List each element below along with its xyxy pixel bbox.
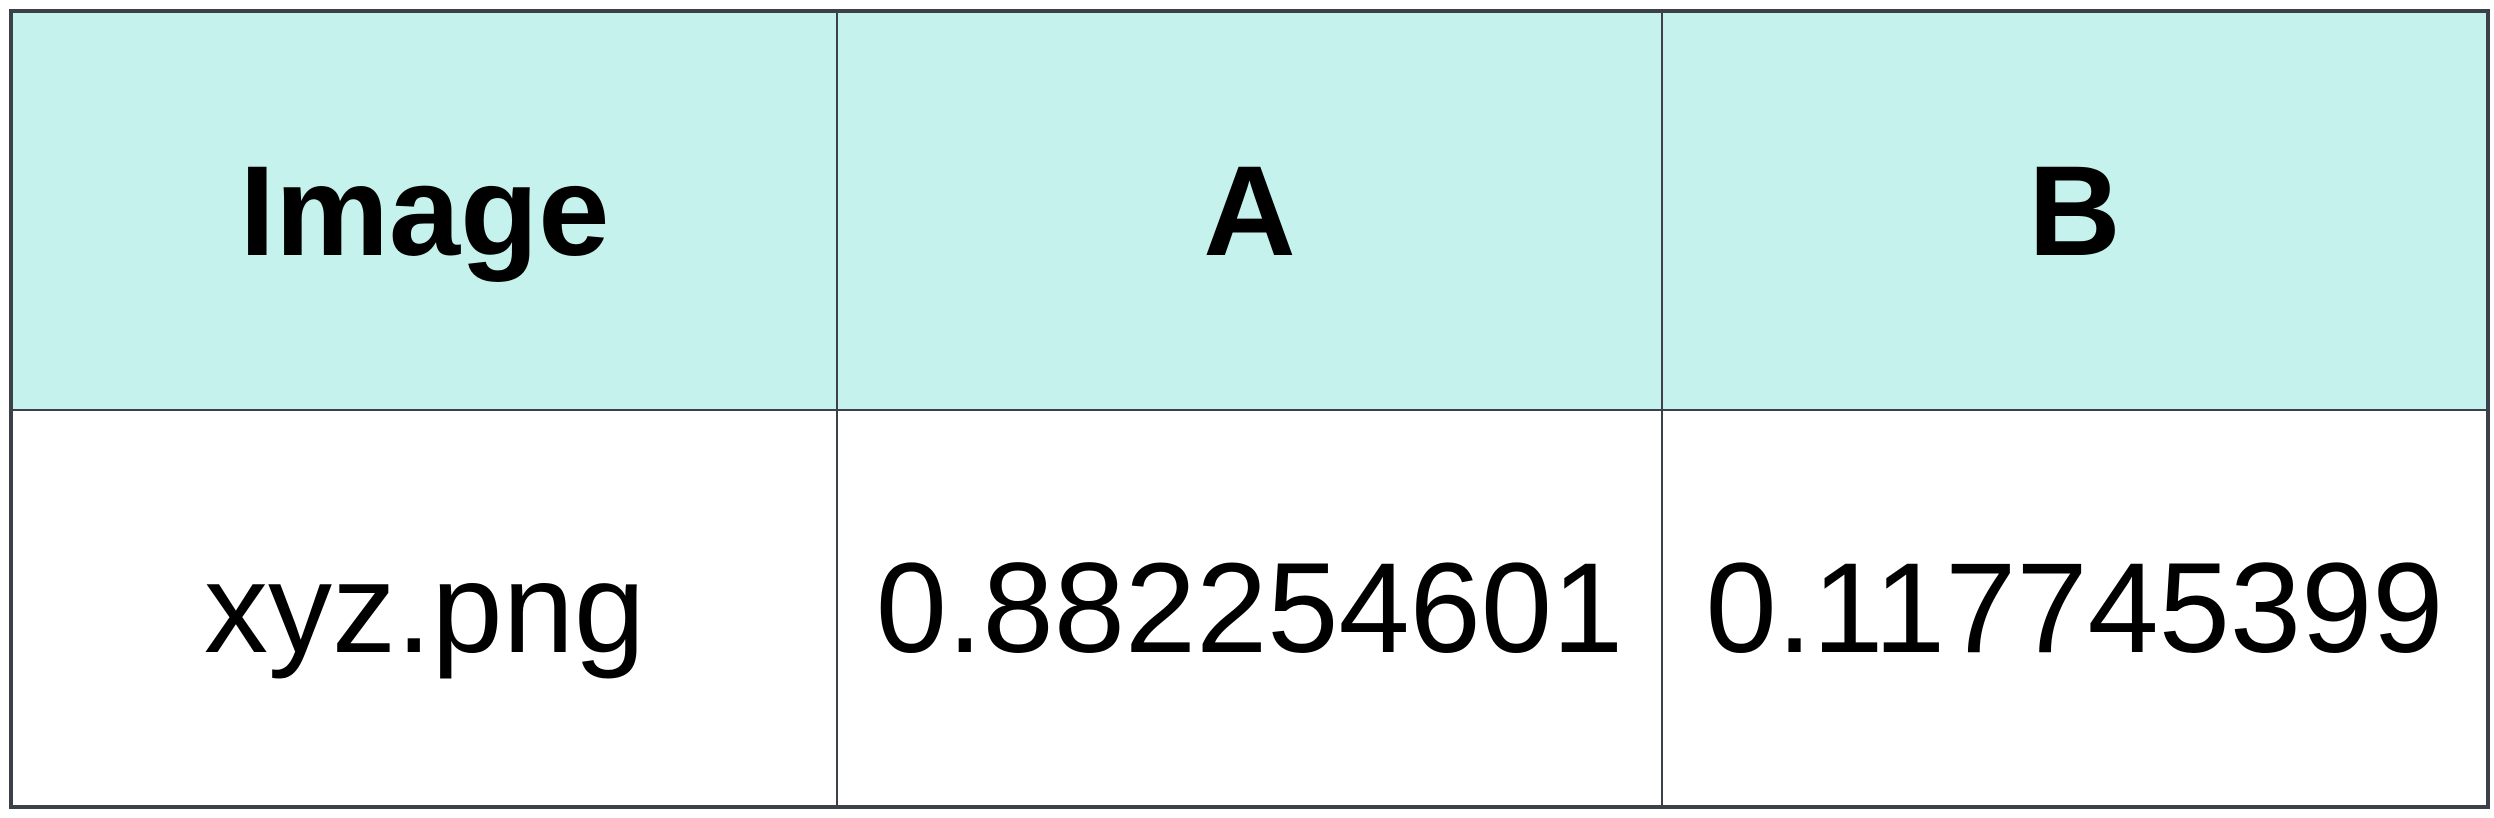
cell-b: 0.117745399: [1661, 409, 2489, 808]
results-table: Image A B xyz.png 0.882254601 0.11774539…: [9, 9, 2490, 809]
header-row: Image A B: [10, 10, 2489, 411]
cell-a: 0.882254601: [836, 409, 1663, 808]
header-image: Image: [10, 10, 838, 411]
header-a: A: [836, 10, 1663, 411]
cell-image: xyz.png: [10, 409, 838, 808]
header-b: B: [1661, 10, 2489, 411]
table-row: xyz.png 0.882254601 0.117745399: [10, 409, 2489, 808]
